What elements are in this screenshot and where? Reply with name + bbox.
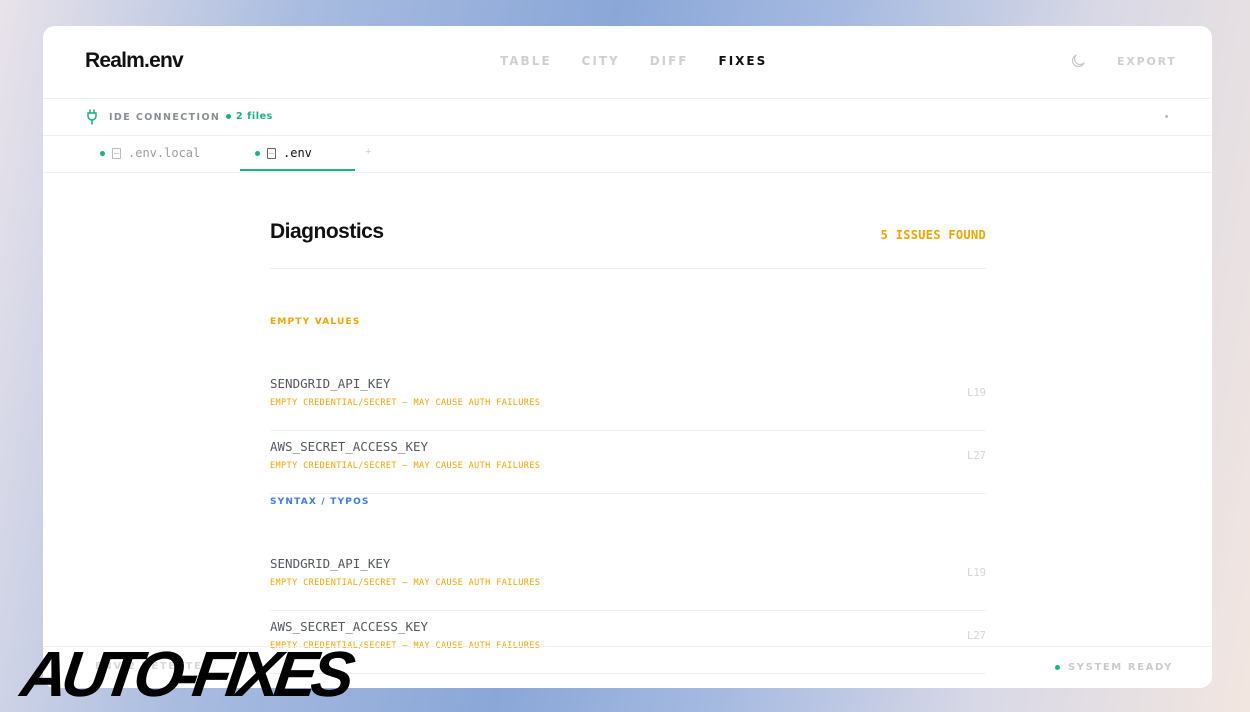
issue-line-number: L27: [967, 450, 986, 462]
add-tab-button[interactable]: +: [365, 146, 371, 158]
active-tab-indicator: [240, 169, 355, 171]
connection-menu-dot[interactable]: [1165, 115, 1168, 118]
top-bar: Realm.env TABLE CITY DIFF FIXES EXPORT: [43, 26, 1212, 99]
issue-line-number: L19: [967, 387, 986, 399]
app-title: Realm.env: [85, 49, 184, 72]
section-label-empty-values: EMPTY VALUES: [270, 317, 361, 327]
ide-connection-label: IDE CONNECTION: [109, 112, 221, 123]
issue-key: SENDGRID_API_KEY: [270, 556, 391, 571]
plug-icon: [87, 109, 97, 125]
issue-line-number: L19: [967, 567, 986, 579]
issue-message: EMPTY CREDENTIAL/SECRET — MAY CAUSE AUTH…: [270, 578, 541, 588]
status-dot: [255, 150, 260, 156]
system-status: SYSTEM READY: [1055, 662, 1173, 673]
status-dot: [100, 150, 105, 156]
page-title: Diagnostics: [270, 220, 384, 243]
status-dot: [226, 114, 231, 119]
system-ready-label: SYSTEM READY: [1068, 662, 1174, 673]
tab-city[interactable]: CITY: [582, 54, 620, 68]
main-nav: TABLE CITY DIFF FIXES: [500, 54, 767, 68]
issue-message: EMPTY CREDENTIAL/SECRET — MAY CAUSE AUTH…: [270, 461, 541, 471]
file-tab-label: .env.local: [128, 146, 201, 160]
issue-key: SENDGRID_API_KEY: [270, 376, 391, 391]
file-icon: [112, 147, 121, 159]
issue-message: EMPTY CREDENTIAL/SECRET — MAY CAUSE AUTH…: [270, 398, 541, 408]
issue-key: AWS_SECRET_ACCESS_KEY: [270, 439, 429, 454]
files-count-label: 2 files: [236, 111, 273, 122]
issue-key: AWS_SECRET_ACCESS_KEY: [270, 619, 429, 634]
file-tab-label: .env: [283, 146, 312, 160]
auto-fixes-caption: AUTO-FIXES: [16, 638, 354, 710]
app-window: Realm.env TABLE CITY DIFF FIXES EXPORT I…: [43, 26, 1212, 688]
issue-row[interactable]: SENDGRID_API_KEY EMPTY CREDENTIAL/SECRET…: [270, 548, 986, 611]
section-label-syntax-typos: SYNTAX / TYPOS: [270, 497, 370, 507]
issue-row[interactable]: SENDGRID_API_KEY EMPTY CREDENTIAL/SECRET…: [270, 368, 986, 431]
file-tab-env-local[interactable]: .env.local: [100, 136, 200, 170]
issues-count-badge: 5 ISSUES FOUND: [880, 228, 986, 242]
tab-fixes[interactable]: FIXES: [719, 54, 768, 68]
connection-bar: IDE CONNECTION 2 files: [43, 99, 1212, 136]
issue-row[interactable]: AWS_SECRET_ACCESS_KEY EMPTY CREDENTIAL/S…: [270, 431, 986, 494]
file-tabs: .env.local .env +: [43, 136, 1212, 173]
issue-line-number: L27: [967, 630, 986, 642]
files-count: 2 files: [226, 111, 273, 122]
tab-diff[interactable]: DIFF: [650, 54, 689, 68]
divider: [270, 268, 986, 269]
tab-table[interactable]: TABLE: [500, 54, 552, 68]
file-tab-env[interactable]: .env: [255, 136, 312, 170]
file-icon: [267, 147, 276, 159]
status-dot: [1055, 665, 1060, 670]
export-button[interactable]: EXPORT: [1117, 55, 1177, 68]
moon-icon[interactable]: [1069, 52, 1087, 70]
